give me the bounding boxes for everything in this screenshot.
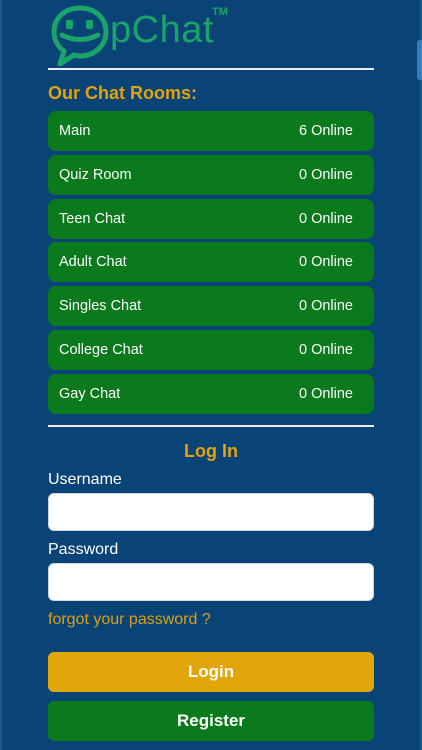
brand-name: pChat [110, 9, 214, 51]
divider-middle [48, 425, 374, 427]
room-online-count: 0 Online [298, 298, 353, 315]
room-name: Quiz Room [59, 166, 132, 183]
username-label: Username [48, 471, 122, 488]
room-name: Adult Chat [59, 254, 127, 271]
password-label: Password [48, 541, 119, 558]
trademark-mark: TM [212, 6, 228, 18]
room-name: Singles Chat [59, 298, 142, 315]
login-button[interactable]: Login [48, 652, 374, 692]
room-online-count: 0 Online [298, 385, 353, 402]
chat-room-list: Main 6 Online Quiz Room 0 Online Teen Ch… [48, 111, 374, 418]
app-screen: pChat TM Our Chat Rooms: Main 6 Online Q… [0, 0, 422, 750]
forgot-password-link[interactable]: forgot your password ? [48, 610, 211, 630]
room-online-count: 0 Online [298, 254, 353, 271]
room-name: Teen Chat [59, 210, 126, 227]
room-name: College Chat [59, 341, 143, 358]
room-online-count: 0 Online [298, 341, 353, 358]
scroll-tab-handle[interactable] [417, 40, 422, 80]
room-online-count: 6 Online [298, 123, 353, 139]
room-name: Gay Chat [59, 385, 121, 402]
room-item-teen-chat[interactable]: Teen Chat 0 Online [48, 198, 374, 239]
chat-rooms-heading: Our Chat Rooms: [48, 83, 198, 103]
password-input[interactable] [48, 563, 374, 601]
room-item-college-chat[interactable]: College Chat 0 Online [48, 329, 374, 370]
username-input[interactable] [48, 493, 374, 531]
room-item-adult-chat[interactable]: Adult Chat 0 Online [48, 242, 374, 283]
room-item-main[interactable]: Main 6 Online [48, 111, 374, 151]
register-button[interactable]: Register [48, 701, 374, 741]
room-item-quiz-room[interactable]: Quiz Room 0 Online [48, 154, 374, 195]
screen-edge-left [0, 0, 2, 750]
room-item-singles-chat[interactable]: Singles Chat 0 Online [48, 286, 374, 327]
divider-top [48, 68, 374, 70]
room-item-gay-chat[interactable]: Gay Chat 0 Online [48, 373, 374, 414]
login-heading: Log In [184, 441, 238, 461]
room-online-count: 0 Online [298, 210, 353, 227]
room-name: Main [59, 123, 91, 139]
room-online-count: 0 Online [298, 166, 353, 183]
smiley-speech-bubble-icon [51, 5, 109, 66]
pchat-logo: pChat TM [48, 2, 248, 66]
